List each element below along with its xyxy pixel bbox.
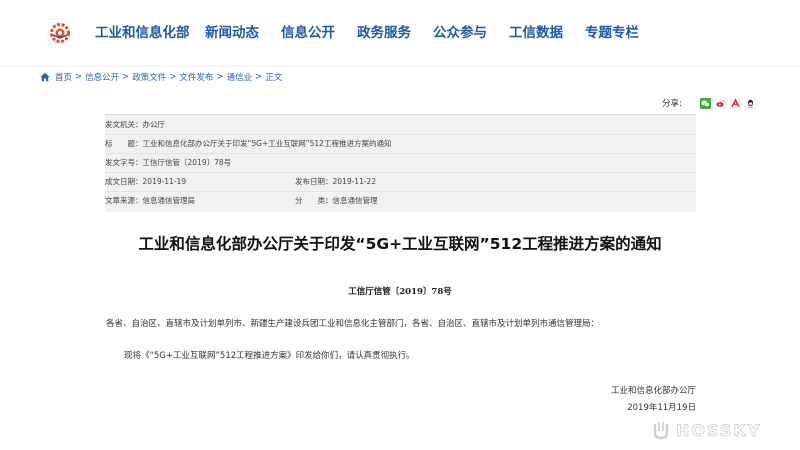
source-label: 文章来源：: [105, 196, 143, 205]
meta-divider: [105, 153, 696, 154]
article-signature: 工业和信息化部办公厅: [610, 386, 696, 396]
docno-value: 工信厅信管〔2019〕78号: [142, 158, 232, 167]
written-date-label: 成文日期：: [105, 177, 143, 186]
meta-row-subject: 标 题：工业和信息化部办公厅关于印发“5G+工业互联网”512工程推进方案的通知: [105, 139, 696, 149]
watermark-text: HOSSKY: [676, 420, 762, 440]
nav-item-info-disclosure[interactable]: 信息公开: [281, 23, 335, 43]
article-document-number: 工信厅信管〔2019〕78号: [348, 287, 452, 297]
breadcrumb: 首页 > 信息公开 > 政策文件 > 文件发布 > 通信业 > 正文: [40, 70, 282, 84]
ministry-logo-icon[interactable]: [50, 23, 70, 43]
wechat-share-icon[interactable]: [699, 97, 711, 109]
breadcrumb-current: 正文: [265, 73, 283, 83]
meta-divider: [105, 191, 696, 192]
meta-row-source: 文章来源：信息通信管理局 分 类：信息通信管理: [105, 196, 696, 206]
home-icon[interactable]: [40, 72, 50, 82]
nav-divider: [0, 66, 800, 67]
published-date-value: 2019-11-22: [332, 177, 377, 186]
nav-item-miit[interactable]: 工业和信息化部: [95, 23, 190, 43]
nav-item-special-topics[interactable]: 专题专栏: [585, 23, 639, 43]
watermark-logo-icon: [653, 422, 669, 440]
breadcrumb-document-release[interactable]: 文件发布: [179, 71, 213, 83]
article-date: 2019年11月19日: [627, 403, 696, 413]
issuer-label: 发文机关：: [105, 120, 143, 129]
breadcrumb-separator: >: [216, 72, 224, 82]
breadcrumb-home[interactable]: 首页: [55, 71, 72, 83]
published-date: 发布日期：2019-11-22: [295, 177, 376, 187]
share-bar: 分享:: [662, 96, 756, 110]
nav-item-government-services[interactable]: 政务服务: [357, 23, 411, 43]
breadcrumb-info-disclosure[interactable]: 信息公开: [85, 71, 119, 83]
share-label: 分享:: [662, 99, 682, 109]
published-date-label: 发布日期：: [295, 177, 333, 186]
breadcrumb-separator: >: [122, 72, 130, 82]
docno-label: 发文字号：: [105, 158, 143, 167]
article-body: 现将《“5G+工业互联网”512工程推进方案》印发给你们，请认真贯彻执行。: [124, 351, 415, 361]
weibo-share-icon[interactable]: [714, 97, 726, 109]
document-metadata: 发文机关：办公厅 标 题：工业和信息化部办公厅关于印发“5G+工业互联网”512…: [105, 114, 696, 212]
issuer-value: 办公厅: [142, 120, 166, 129]
meta-divider: [105, 134, 696, 135]
breadcrumb-policy-documents[interactable]: 政策文件: [132, 71, 166, 83]
pdf-share-icon[interactable]: [729, 97, 741, 109]
qq-share-icon[interactable]: [744, 97, 756, 109]
category-value: 信息通信管理: [332, 196, 378, 205]
source-value: 信息通信管理局: [142, 196, 196, 205]
meta-row-dates: 成文日期：2019-11-19 发布日期：2019-11-22: [105, 177, 696, 187]
meta-row-docno: 发文字号：工信厅信管〔2019〕78号: [105, 158, 696, 168]
top-navigation: 工业和信息化部 新闻动态 信息公开 政务服务 公众参与 工信数据 专题专栏: [0, 0, 800, 66]
written-date-value: 2019-11-19: [142, 177, 187, 186]
nav-item-data[interactable]: 工信数据: [509, 23, 563, 43]
category-label: 分 类：: [295, 196, 333, 205]
article-recipients: 各省、自治区、直辖市及计划单列市、新疆生产建设兵团工业和信息化主管部门，各省、自…: [106, 319, 600, 329]
meta-row-issuer: 发文机关：办公厅: [105, 120, 696, 130]
breadcrumb-separator: >: [169, 72, 177, 82]
nav-item-public-participation[interactable]: 公众参与: [433, 23, 487, 43]
breadcrumb-separator: >: [75, 72, 83, 82]
watermark: HOSSKY: [650, 418, 761, 442]
breadcrumb-separator: >: [255, 72, 263, 82]
subject-value: 工业和信息化部办公厅关于印发“5G+工业互联网”512工程推进方案的通知: [142, 139, 392, 148]
article-title: 工业和信息化部办公厅关于印发“5G+工业互联网”512工程推进方案的通知: [138, 235, 662, 253]
meta-divider: [105, 172, 696, 173]
breadcrumb-telecom[interactable]: 通信业: [227, 71, 253, 83]
category: 分 类：信息通信管理: [295, 196, 378, 206]
nav-item-news[interactable]: 新闻动态: [205, 23, 259, 43]
subject-label: 标 题：: [105, 139, 143, 148]
